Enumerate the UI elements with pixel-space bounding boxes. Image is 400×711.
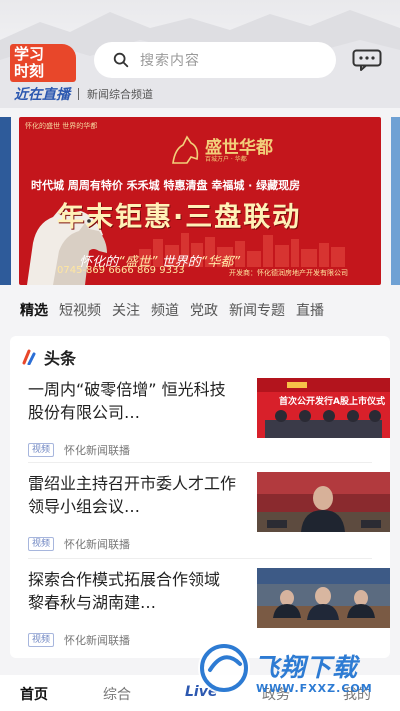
news-meta: 视频 怀化新闻联播 (28, 632, 130, 648)
news-source: 怀化新闻联播 (64, 538, 131, 551)
tab-news-topics[interactable]: 新闻专题 (229, 300, 285, 320)
category-tabs: 精选 短视频 关注 频道 党政 新闻专题 直播 (0, 292, 400, 328)
watermark-text: 飞翔下载 (254, 653, 359, 682)
video-tag: 视频 (28, 633, 55, 647)
headline-flag-icon (22, 349, 36, 365)
brand-emblem-icon (172, 135, 199, 164)
channel-brand-line: 近在直播 新闻综合频道 (14, 86, 153, 103)
video-tag: 视频 (28, 537, 55, 551)
section-header: 头条 (22, 346, 76, 368)
tab-short-video[interactable]: 短视频 (59, 300, 101, 320)
row-divider (28, 462, 372, 463)
section-title: 头条 (44, 349, 77, 368)
headlines-card: 头条 一周内“破零倍增” 恒光科技股份有限公司… 视频 怀化新闻联播 首次公开发… (10, 336, 390, 658)
news-source: 怀化新闻联播 (64, 634, 131, 647)
thumbnail-image (257, 472, 390, 532)
tab-following[interactable]: 关注 (112, 300, 140, 320)
thumbnail-image (257, 568, 390, 628)
news-source: 怀化新闻联播 (64, 444, 131, 457)
promo-banner[interactable]: 怀化的盛世 世界的华都 盛世华都 百城万户 · 华都 时代城 周周有特价 禾禾城… (19, 117, 381, 285)
brand-subtitle: 新闻综合频道 (87, 88, 153, 101)
banner-developer: 开发商：怀化德润房地产开发有限公司 (229, 269, 348, 277)
search-icon (113, 52, 129, 68)
tab-politics[interactable]: 党政 (190, 300, 218, 320)
message-icon[interactable] (352, 49, 382, 71)
banner-headline: 年末钜惠·三盘联动 (57, 202, 302, 233)
brand-name: 近在直播 (14, 87, 70, 103)
banner-promo-line: 时代城 周周有特价 禾禾城 特惠清盘 幸福城 · 绿藏现房 (31, 179, 301, 192)
search-placeholder: 搜索内容 (140, 53, 200, 69)
banner-tagline: 怀化的盛世 世界的华都 (25, 122, 98, 130)
thumbnail-image (257, 378, 390, 438)
news-meta: 视频 怀化新闻联播 (28, 536, 130, 552)
news-thumbnail[interactable] (257, 472, 390, 532)
news-item[interactable]: 雷绍业主持召开市委人才工作领导小组会议… 视频 怀化新闻联播 (28, 472, 390, 568)
banner-next-peek[interactable] (391, 117, 400, 285)
news-thumbnail[interactable] (257, 568, 390, 628)
nav-home[interactable]: 首页 (20, 684, 48, 704)
tab-live[interactable]: 直播 (296, 300, 324, 320)
tab-channels[interactable]: 频道 (151, 300, 179, 320)
news-title[interactable]: 一周内“破零倍增” 恒光科技股份有限公司… (28, 378, 240, 424)
video-tag: 视频 (28, 443, 55, 457)
watermark-url: WWW.FXXZ.COM (256, 682, 373, 695)
news-meta: 视频 怀化新闻联播 (28, 442, 130, 458)
search-bar[interactable]: 搜索内容 (94, 42, 336, 78)
brand-separator (78, 88, 79, 100)
banner-brand-sub: 百城万户 · 华都 (205, 156, 247, 163)
news-thumbnail[interactable]: 首次公开发行A股上市仪式 (257, 378, 390, 438)
app-logo[interactable]: 学习 时刻 (10, 44, 76, 82)
banner-phone: 0745-869 6666 869 9333 (57, 265, 185, 276)
logo-line-1: 学习 (14, 45, 45, 63)
nav-general[interactable]: 综合 (103, 684, 131, 704)
logo-line-2: 时刻 (14, 62, 45, 80)
thumbnail-caption: 首次公开发行A股上市仪式 (279, 397, 385, 407)
news-item[interactable]: 一周内“破零倍增” 恒光科技股份有限公司… 视频 怀化新闻联播 首次公开发行A股… (28, 378, 390, 474)
banner-prev-peek[interactable] (0, 117, 11, 285)
tab-featured[interactable]: 精选 (20, 300, 48, 320)
news-title[interactable]: 探索合作模式拓展合作领域 黎春秋与湖南建… (28, 568, 240, 614)
news-title[interactable]: 雷绍业主持召开市委人才工作领导小组会议… (28, 472, 240, 518)
row-divider (28, 558, 372, 559)
